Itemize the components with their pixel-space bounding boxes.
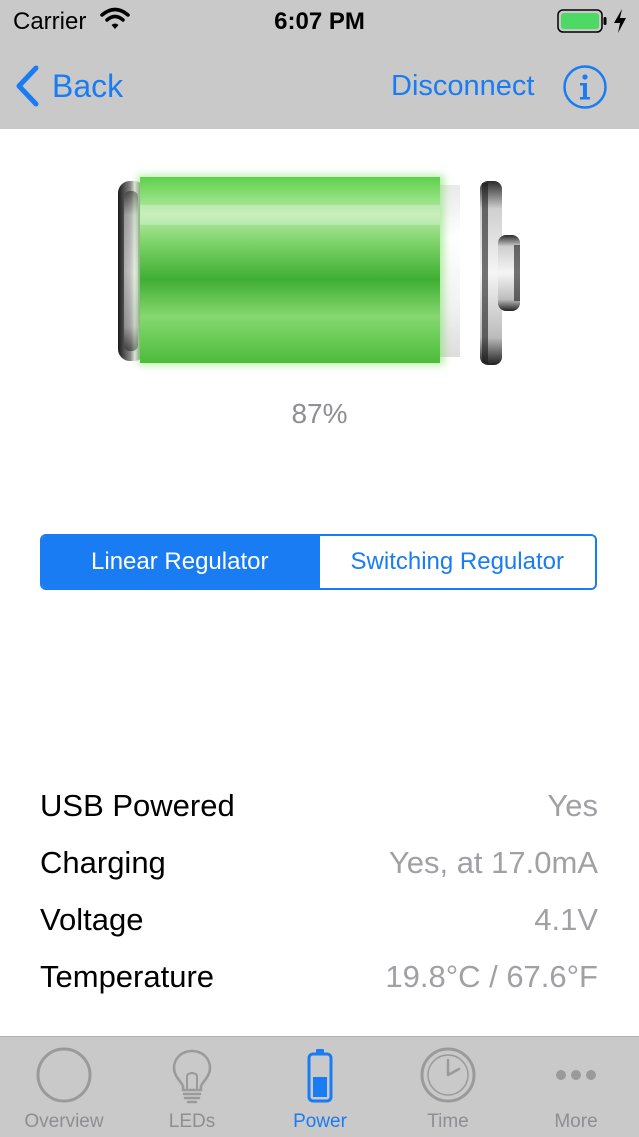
clock-icon (420, 1047, 476, 1103)
tab-label: Time (427, 1111, 469, 1132)
status-battery-icon (557, 9, 607, 33)
tab-time[interactable]: Time (384, 1037, 512, 1137)
row-label: Voltage (40, 902, 144, 937)
switching-regulator-segment[interactable]: Switching Regulator (317, 536, 595, 588)
charging-bolt-icon (614, 9, 626, 33)
disconnect-button[interactable]: Disconnect (391, 70, 534, 103)
regulator-segmented-control: Linear Regulator Switching Regulator (40, 534, 597, 590)
tab-power[interactable]: Power (256, 1037, 384, 1137)
battery-icon (307, 1049, 333, 1103)
tab-bar: Overview LEDs Power Time More (0, 1036, 639, 1137)
tab-label: More (554, 1111, 598, 1132)
row-value: 19.8°C / 67.6°F (385, 959, 598, 994)
tab-label: Overview (24, 1111, 104, 1132)
info-row-voltage: Voltage 4.1V (40, 894, 598, 951)
row-value: Yes (547, 788, 598, 823)
top-bar: Carrier 6:07 PM Back Disconnect (0, 0, 639, 129)
battery-percent: 87% (291, 398, 348, 429)
row-value: 4.1V (534, 902, 598, 937)
row-value: Yes, at 17.0mA (388, 845, 598, 880)
info-row-charging: Charging Yes, at 17.0mA (40, 837, 598, 894)
status-time: 6:07 PM (274, 8, 365, 35)
tab-label: LEDs (168, 1111, 216, 1132)
more-icon (556, 1070, 596, 1080)
linear-regulator-segment[interactable]: Linear Regulator (42, 536, 318, 588)
back-button[interactable]: Back (14, 64, 123, 108)
status-bar: Carrier 6:07 PM (0, 0, 639, 42)
tab-overview[interactable]: Overview (0, 1037, 128, 1137)
chevron-left-icon (16, 65, 39, 107)
info-row-usb-powered: USB Powered Yes (40, 780, 598, 837)
battery-level-graphic (118, 175, 520, 365)
lightbulb-icon (172, 1049, 212, 1104)
row-label: Charging (40, 845, 166, 880)
row-label: USB Powered (40, 788, 235, 823)
back-label: Back (52, 67, 124, 104)
info-icon[interactable] (562, 64, 608, 110)
tab-label: Power (293, 1111, 347, 1132)
battery-fill (140, 177, 440, 363)
info-row-temperature: Temperature 19.8°C / 67.6°F (40, 951, 598, 1008)
tab-leds[interactable]: LEDs (128, 1037, 256, 1137)
circle-icon (36, 1047, 92, 1103)
row-label: Temperature (40, 959, 215, 994)
navigation-bar: Back Disconnect (0, 42, 639, 129)
battery-shine (140, 205, 440, 225)
tab-more[interactable]: More (512, 1037, 639, 1137)
power-info-list: USB Powered Yes Charging Yes, at 17.0mA … (40, 780, 598, 1008)
